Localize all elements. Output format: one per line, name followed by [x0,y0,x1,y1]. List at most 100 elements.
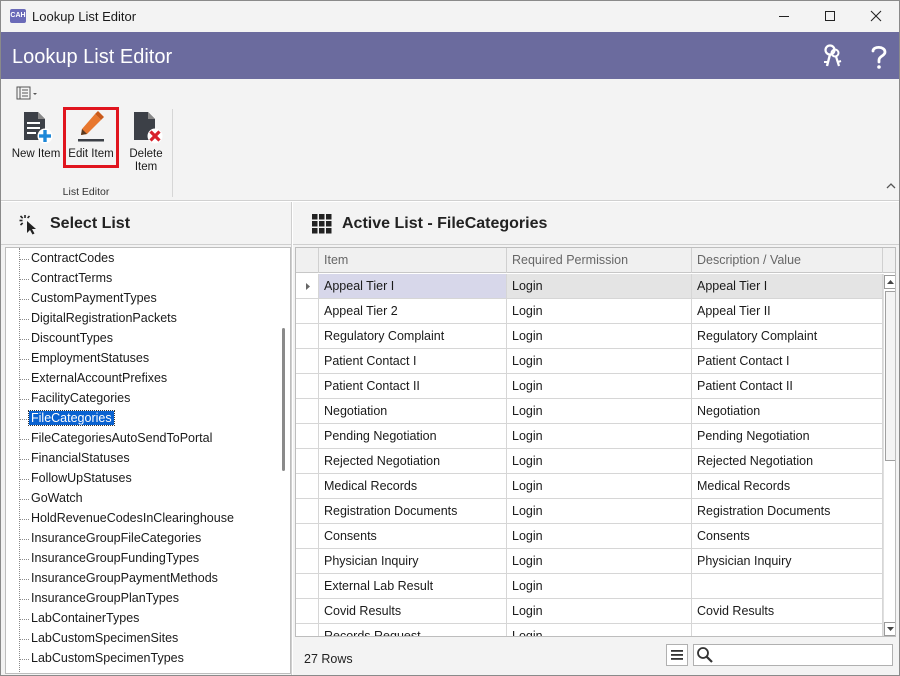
list-item[interactable]: FacilityCategories [6,389,276,409]
cell-item[interactable]: Appeal Tier I [319,274,507,299]
cell-description-value[interactable] [692,624,883,636]
select-list-scroll-thumb[interactable] [282,328,285,471]
list-item[interactable]: FileCategoriesAutoSendToPortal [6,429,276,449]
cell-description-value[interactable]: Regulatory Complaint [692,324,883,349]
cell-item[interactable]: Negotiation [319,399,507,424]
table-row[interactable]: Medical Records Login Medical Records [296,474,883,499]
keys-icon[interactable] [818,42,846,70]
cell-description-value[interactable]: Patient Contact I [692,349,883,374]
row-indicator[interactable] [296,449,319,474]
table-row[interactable]: Appeal Tier I Login Appeal Tier I [296,274,883,299]
row-indicator[interactable] [296,574,319,599]
list-item[interactable]: LabContainerTypes [6,609,276,629]
table-row[interactable]: Pending Negotiation Login Pending Negotiat… [296,424,883,449]
list-item[interactable]: InsuranceGroupFileCategories [6,529,276,549]
row-indicator[interactable] [296,474,319,499]
close-button[interactable] [853,1,899,32]
table-row[interactable]: Registration Documents Login Registration … [296,499,883,524]
cell-item[interactable]: Registration Documents [319,499,507,524]
list-item[interactable]: ContractTerms [6,269,276,289]
cell-item[interactable]: External Lab Result [319,574,507,599]
quick-access-toolbar[interactable] [15,85,41,101]
row-indicator[interactable] [296,624,319,636]
cell-item[interactable]: Pending Negotiation [319,424,507,449]
list-item[interactable]: InsuranceGroupFundingTypes [6,549,276,569]
cell-required-permission[interactable]: Login [507,449,692,474]
cell-required-permission[interactable]: Login [507,549,692,574]
active-list-grid[interactable]: Item Required Permission Description / V… [295,247,896,637]
list-item[interactable]: GoWatch [6,489,276,509]
list-item[interactable]: EmploymentStatuses [6,349,276,369]
minimize-button[interactable] [761,1,807,32]
cell-item[interactable]: Appeal Tier 2 [319,299,507,324]
cell-required-permission[interactable]: Login [507,499,692,524]
maximize-button[interactable] [807,1,853,32]
cell-required-permission[interactable]: Login [507,274,692,299]
list-item[interactable]: FollowUpStatuses [6,469,276,489]
cell-item[interactable]: Covid Results [319,599,507,624]
cell-item[interactable]: Patient Contact II [319,374,507,399]
cell-description-value[interactable]: Patient Contact II [692,374,883,399]
grid-search-input[interactable] [693,644,893,666]
cell-required-permission[interactable]: Login [507,349,692,374]
table-row[interactable]: Covid Results Login Covid Results [296,599,883,624]
row-indicator[interactable] [296,599,319,624]
cell-required-permission[interactable]: Login [507,474,692,499]
cell-item[interactable]: Records Request [319,624,507,636]
cell-description-value[interactable]: Negotiation [692,399,883,424]
cell-required-permission[interactable]: Login [507,424,692,449]
table-row[interactable]: Negotiation Login Negotiation [296,399,883,424]
cell-description-value[interactable]: Appeal Tier I [692,274,883,299]
row-indicator[interactable] [296,424,319,449]
cell-required-permission[interactable]: Login [507,574,692,599]
cell-item[interactable]: Patient Contact I [319,349,507,374]
collapse-ribbon-icon[interactable] [885,181,897,191]
cell-description-value[interactable]: Physician Inquiry [692,549,883,574]
cell-item[interactable]: Consents [319,524,507,549]
cell-item[interactable]: Rejected Negotiation [319,449,507,474]
cell-description-value[interactable]: Appeal Tier II [692,299,883,324]
column-header-required-permission[interactable]: Required Permission [507,248,692,273]
cell-description-value[interactable] [692,574,883,599]
help-icon[interactable] [865,42,893,70]
cell-required-permission[interactable]: Login [507,524,692,549]
scroll-up-button[interactable] [884,275,895,289]
grid-menu-button[interactable] [666,644,688,666]
table-row[interactable]: External Lab Result Login [296,574,883,599]
row-indicator[interactable] [296,299,319,324]
row-indicator[interactable] [296,399,319,424]
table-row[interactable]: Rejected Negotiation Login Rejected Negoti… [296,449,883,474]
select-list-scrollbar[interactable] [277,248,290,673]
cell-description-value[interactable]: Covid Results [692,599,883,624]
select-list-tree[interactable]: ContractCodes ContractTerms CustomPaymentT… [5,247,291,674]
table-row[interactable]: Patient Contact II Login Patient Contact I… [296,374,883,399]
cell-description-value[interactable]: Rejected Negotiation [692,449,883,474]
list-item[interactable]: CustomPaymentTypes [6,289,276,309]
row-indicator[interactable] [296,274,319,299]
cell-description-value[interactable]: Consents [692,524,883,549]
cell-required-permission[interactable]: Login [507,299,692,324]
list-item[interactable]: LabCustomSpecimenTypes [6,649,276,669]
list-item[interactable]: DigitalRegistrationPackets [6,309,276,329]
list-item[interactable]: LabCustomSpecimenSites [6,629,276,649]
scroll-down-button[interactable] [884,622,895,636]
cell-description-value[interactable]: Registration Documents [692,499,883,524]
table-row[interactable]: Patient Contact I Login Patient Contact I [296,349,883,374]
column-header-item[interactable]: Item [319,248,507,273]
cell-item[interactable]: Regulatory Complaint [319,324,507,349]
table-row[interactable]: Physician Inquiry Login Physician Inquiry [296,549,883,574]
cell-required-permission[interactable]: Login [507,374,692,399]
grid-vertical-scrollbar[interactable] [883,274,895,636]
table-row[interactable]: Regulatory Complaint Login Regulatory Comp… [296,324,883,349]
delete-item-button[interactable]: Delete Item [121,109,171,173]
table-row[interactable]: Records Request Login [296,624,883,636]
cell-required-permission[interactable]: Login [507,599,692,624]
cell-required-permission[interactable]: Login [507,324,692,349]
row-indicator[interactable] [296,324,319,349]
list-item[interactable]: InsuranceGroupPlanTypes [6,589,276,609]
row-indicator[interactable] [296,349,319,374]
table-row[interactable]: Appeal Tier 2 Login Appeal Tier II [296,299,883,324]
cell-description-value[interactable]: Pending Negotiation [692,424,883,449]
cell-description-value[interactable]: Medical Records [692,474,883,499]
list-item[interactable]: DiscountTypes [6,329,276,349]
